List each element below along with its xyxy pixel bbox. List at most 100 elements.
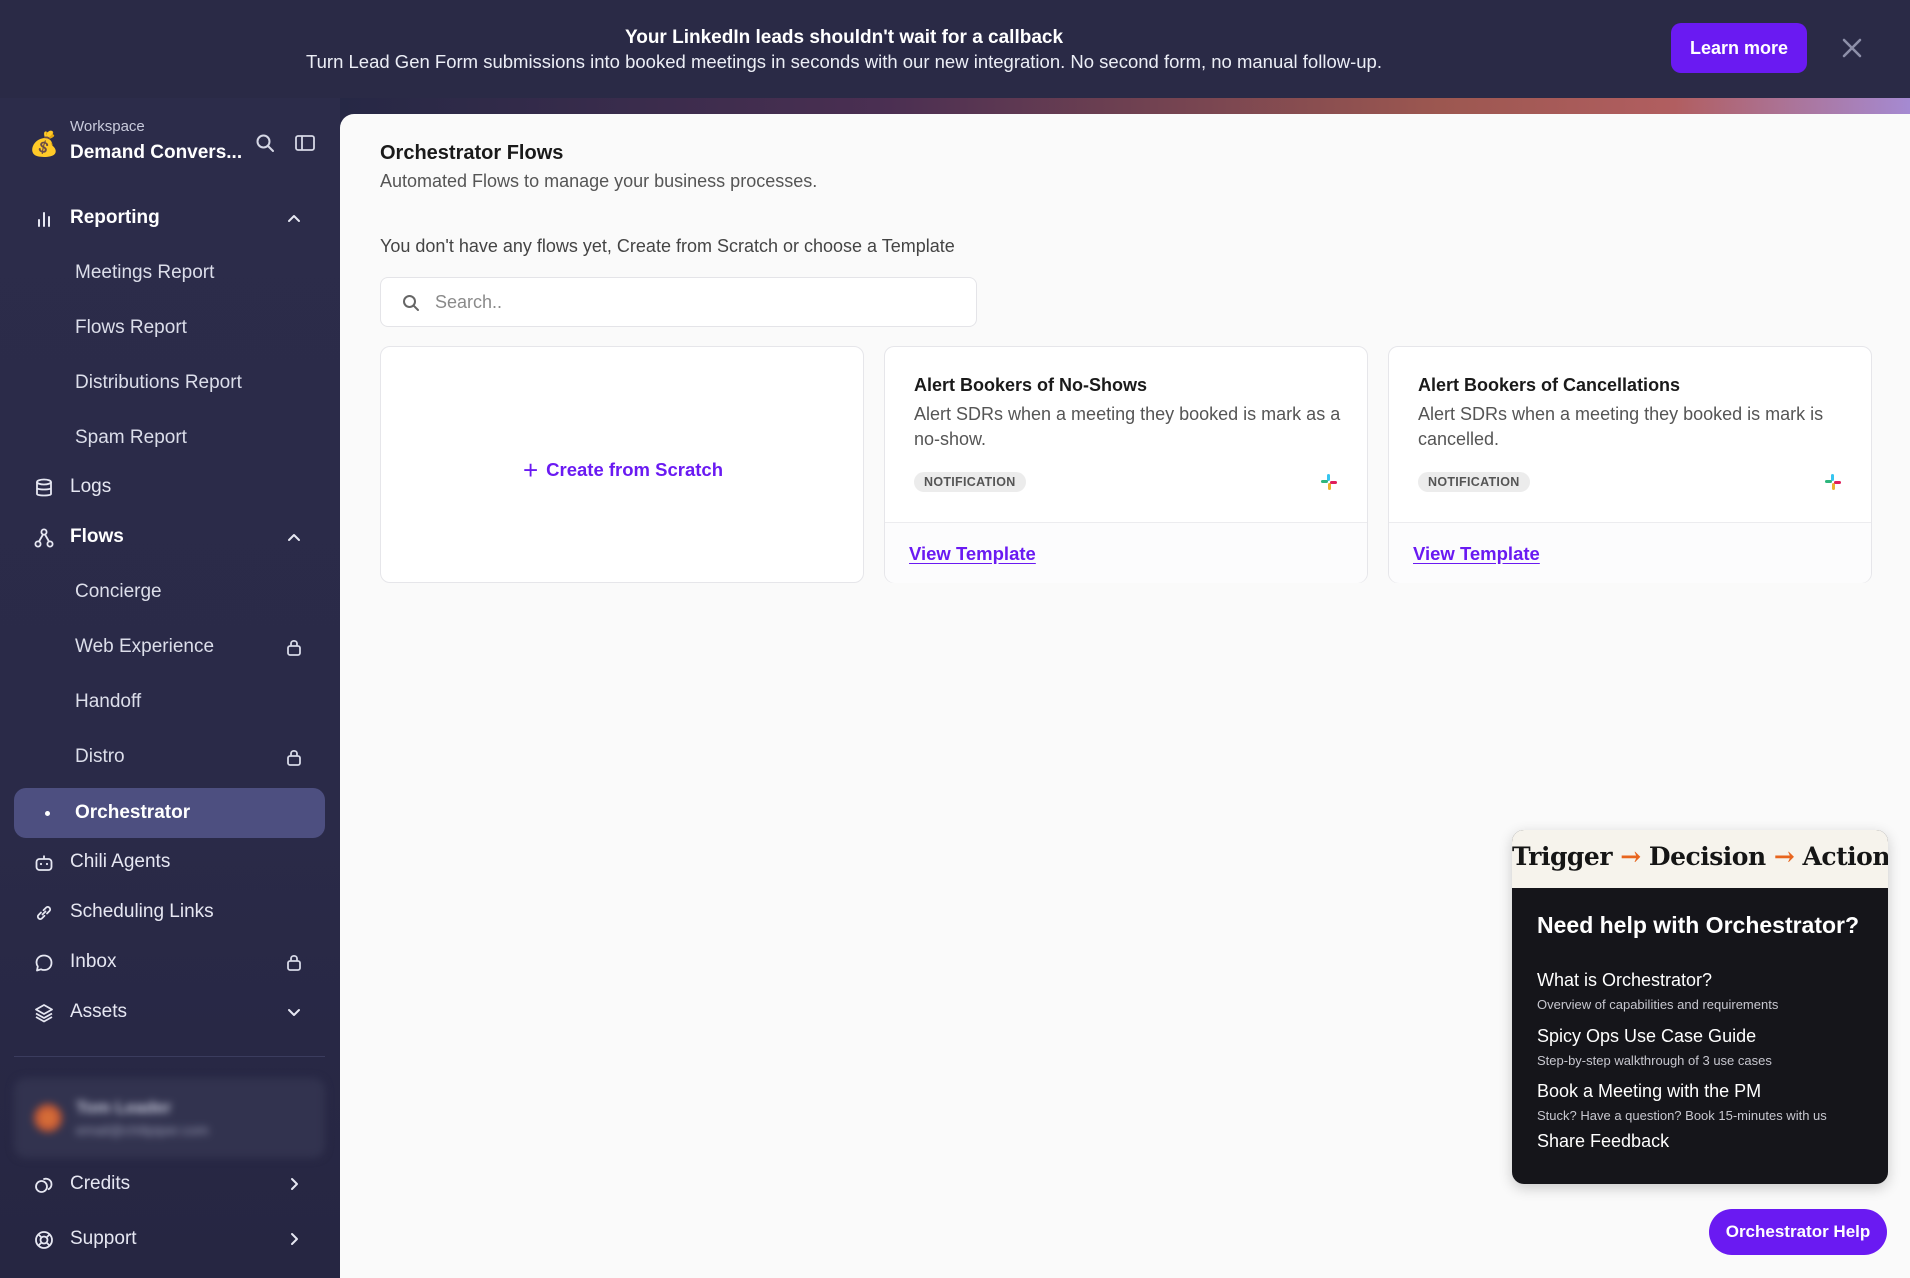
sidebar-item-credits[interactable]: Credits: [0, 1164, 340, 1204]
sidebar-item-label: Support: [70, 1228, 137, 1249]
chevron-up-icon: [288, 534, 300, 541]
help-link-description: Step-by-step walkthrough of 3 use cases: [1537, 1053, 1772, 1068]
sidebar-item-label: Spam Report: [75, 427, 187, 448]
help-link-use-case-guide[interactable]: Spicy Ops Use Case Guide: [1537, 1026, 1756, 1047]
user-name: Tom Leader: [76, 1098, 172, 1117]
sidebar-item-handoff[interactable]: Handoff: [0, 680, 340, 724]
sidebar-item-label: Inbox: [70, 951, 117, 972]
search-icon[interactable]: [254, 132, 276, 154]
sidebar-item-distro[interactable]: Distro: [0, 735, 340, 779]
banner-subtitle: Turn Lead Gen Form submissions into book…: [306, 51, 1382, 72]
sidebar-item-reporting[interactable]: Reporting: [0, 198, 340, 238]
sidebar-item-logs[interactable]: Logs: [0, 467, 340, 507]
template-description: Alert SDRs when a meeting they booked is…: [914, 404, 1341, 449]
coins-icon: [35, 1177, 53, 1193]
banner-text: Your LinkedIn leads shouldn't wait for a…: [0, 26, 1688, 74]
sidebar-item-label: Concierge: [75, 581, 162, 602]
sidebar-item-label: Distro: [75, 746, 125, 767]
page-subtitle: Automated Flows to manage your business …: [380, 171, 818, 191]
announcement-banner: Your LinkedIn leads shouldn't wait for a…: [0, 0, 1910, 98]
template-card[interactable]: Alert Bookers of No-Shows Alert SDRs whe…: [884, 346, 1368, 583]
create-from-scratch-card[interactable]: + Create from Scratch: [380, 346, 864, 583]
template-description: Alert SDRs when a meeting they booked is…: [1418, 404, 1824, 449]
chevron-right-icon: [291, 1233, 298, 1245]
sidebar-item-meetings-report[interactable]: Meetings Report: [0, 251, 340, 295]
banner-title: Your LinkedIn leads shouldn't wait for a…: [624, 27, 1064, 48]
user-profile-card[interactable]: Tom Leader email@chilipiper.com: [14, 1078, 325, 1158]
search-icon: [403, 295, 419, 311]
sidebar-item-chili-agents[interactable]: Chili Agents: [0, 842, 340, 882]
help-link-description: Overview of capabilities and requirement…: [1537, 997, 1779, 1012]
database-icon: [36, 478, 52, 497]
chevron-down-icon: [288, 1009, 300, 1016]
banner-gradient-strip: [340, 98, 1910, 114]
create-from-scratch-label: Create from Scratch: [546, 459, 724, 480]
sidebar-item-label: Flows Report: [75, 317, 187, 338]
help-link-share-feedback[interactable]: Share Feedback: [1537, 1131, 1669, 1152]
sidebar-item-spam-report[interactable]: Spam Report: [0, 416, 340, 460]
lock-icon: [287, 639, 301, 656]
help-link-book-meeting[interactable]: Book a Meeting with the PM: [1537, 1081, 1761, 1102]
orchestrator-help-popover: Trigger → Decision → Action Need help wi…: [1512, 830, 1888, 1184]
template-card[interactable]: Alert Bookers of Cancellations Alert SDR…: [1388, 346, 1872, 583]
empty-state-note: You don't have any flows yet, Create fro…: [380, 236, 955, 256]
arrow-right-icon: →: [1773, 842, 1795, 871]
link-icon: [36, 906, 52, 920]
slack-icon: [1321, 474, 1337, 490]
sidebar-item-distributions-report[interactable]: Distributions Report: [0, 361, 340, 405]
layers-icon: [35, 1004, 53, 1023]
sidebar-item-flows[interactable]: Flows: [0, 517, 340, 557]
view-template-link[interactable]: View Template: [909, 543, 1036, 565]
page-title: Orchestrator Flows: [380, 142, 564, 164]
chevron-up-icon: [288, 215, 300, 222]
sidebar-toggle-icon[interactable]: [294, 132, 316, 154]
slack-icon: [1825, 474, 1841, 490]
sidebar-item-web-experience[interactable]: Web Experience: [0, 625, 340, 669]
user-email: email@chilipiper.com: [76, 1122, 209, 1138]
sidebar-item-label: Logs: [70, 476, 112, 497]
learn-more-button[interactable]: Learn more: [1671, 23, 1807, 73]
sidebar-item-flows-report[interactable]: Flows Report: [0, 306, 340, 350]
orchestrator-help-button[interactable]: Orchestrator Help: [1709, 1209, 1887, 1255]
sidebar-item-label: Flows: [70, 526, 124, 547]
flow-icon: [34, 528, 54, 548]
active-dot-icon: [45, 811, 50, 816]
view-template-link[interactable]: View Template: [1413, 543, 1540, 565]
close-icon[interactable]: [1838, 34, 1866, 62]
sidebar-item-label: Orchestrator: [75, 802, 191, 823]
sidebar-item-orchestrator[interactable]: Orchestrator: [14, 788, 325, 838]
create-from-scratch-button[interactable]: + Create from Scratch: [381, 455, 865, 486]
search-input[interactable]: [435, 288, 955, 316]
money-bag-icon: 💰: [29, 131, 59, 158]
sidebar-item-label: Handoff: [75, 691, 142, 712]
plus-icon: +: [522, 455, 539, 485]
template-category-badge: NOTIFICATION: [1418, 472, 1530, 492]
help-link-description: Stuck? Have a question? Book 15-minutes …: [1537, 1108, 1827, 1123]
sidebar-item-assets[interactable]: Assets: [0, 992, 340, 1032]
help-hero-text: Trigger → Decision → Action: [1512, 842, 1888, 871]
bar-chart-icon: [38, 212, 50, 227]
lock-icon: [287, 749, 301, 766]
arrow-right-icon: →: [1620, 842, 1641, 871]
robot-icon: [35, 855, 53, 871]
sidebar-item-support[interactable]: Support: [0, 1219, 340, 1259]
chat-bubble-icon: [35, 954, 53, 972]
sidebar-divider: [14, 1056, 325, 1057]
avatar: [34, 1104, 62, 1132]
sidebar-item-concierge[interactable]: Concierge: [0, 570, 340, 614]
workspace-name[interactable]: Demand Convers...: [70, 142, 242, 164]
template-card-footer: View Template: [885, 522, 1367, 583]
help-hero-banner: Trigger → Decision → Action: [1512, 830, 1888, 888]
hero-trigger: Trigger: [1512, 842, 1613, 871]
sidebar-item-label: Web Experience: [75, 636, 215, 657]
sidebar-item-label: Scheduling Links: [70, 901, 214, 922]
sidebar-item-inbox[interactable]: Inbox: [0, 942, 340, 982]
template-title: Alert Bookers of Cancellations: [1418, 375, 1681, 395]
search-box: [380, 277, 977, 327]
sidebar-item-scheduling-links[interactable]: Scheduling Links: [0, 892, 340, 932]
help-link-what-is-orchestrator[interactable]: What is Orchestrator?: [1537, 970, 1712, 991]
sidebar-item-label: Credits: [70, 1173, 131, 1194]
sidebar-item-label: Chili Agents: [70, 851, 171, 872]
sidebar-item-label: Distributions Report: [75, 372, 242, 393]
template-title: Alert Bookers of No-Shows: [914, 375, 1148, 395]
